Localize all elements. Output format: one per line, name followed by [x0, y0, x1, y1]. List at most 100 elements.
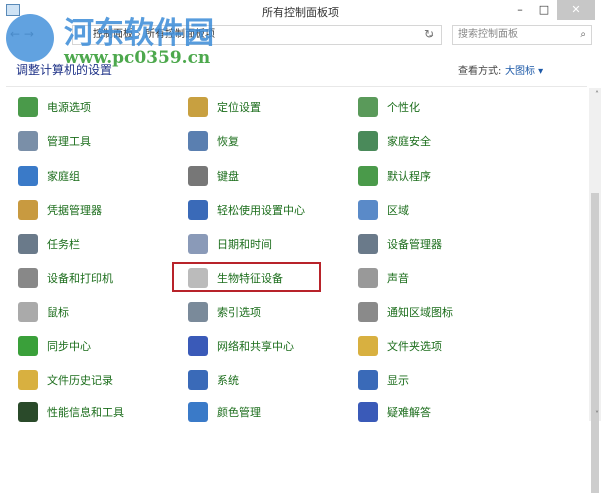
control-panel-item[interactable]: 轻松使用设置中心: [188, 198, 305, 222]
control-panel-item[interactable]: 性能信息和工具: [18, 400, 124, 424]
divider: [6, 86, 587, 87]
control-panel-item[interactable]: 通知区域图标: [358, 300, 453, 324]
item-label: 同步中心: [47, 340, 91, 353]
scrollbar[interactable]: ˄ ˅: [589, 88, 601, 493]
scroll-down-icon[interactable]: ˅: [595, 410, 599, 419]
control-panel-item[interactable]: 疑难解答: [358, 400, 431, 424]
search-icon[interactable]: ⌕: [580, 26, 586, 44]
control-panel-item[interactable]: 设备管理器: [358, 232, 442, 256]
control-panel-item[interactable]: 键盘: [188, 164, 239, 188]
item-icon: [358, 370, 378, 390]
control-panel-item[interactable]: 恢复: [188, 129, 239, 153]
item-label: 家庭组: [47, 170, 80, 183]
item-label: 索引选项: [217, 306, 261, 319]
item-label: 声音: [387, 272, 409, 285]
item-label: 电源选项: [47, 101, 91, 114]
item-label: 通知区域图标: [387, 306, 453, 319]
item-label: 日期和时间: [217, 238, 272, 251]
view-by-label: 查看方式:: [458, 66, 502, 77]
item-icon: [358, 268, 378, 288]
item-icon: [358, 200, 378, 220]
item-label: 颜色管理: [217, 406, 261, 419]
search-placeholder: 搜索控制面板: [458, 29, 518, 40]
item-label: 网络和共享中心: [217, 340, 294, 353]
item-label: 性能信息和工具: [47, 406, 124, 419]
control-panel-item[interactable]: 日期和时间: [188, 232, 272, 256]
search-input[interactable]: 搜索控制面板 ⌕: [452, 25, 592, 45]
item-label: 疑难解答: [387, 406, 431, 419]
control-panel-item[interactable]: 家庭组: [18, 164, 80, 188]
control-panel-item[interactable]: 索引选项: [188, 300, 261, 324]
highlight-box: [172, 262, 321, 292]
scroll-up-icon[interactable]: ˄: [595, 90, 599, 99]
item-label: 鼠标: [47, 306, 69, 319]
control-panel-item[interactable]: 系统: [188, 368, 239, 392]
watermark-name: 河东软件园: [64, 16, 214, 51]
item-icon: [18, 370, 38, 390]
item-icon: [188, 234, 208, 254]
control-panel-item[interactable]: 管理工具: [18, 129, 91, 153]
item-label: 显示: [387, 374, 409, 387]
control-panel-item[interactable]: 鼠标: [18, 300, 69, 324]
item-icon: [18, 402, 38, 422]
control-panel-item[interactable]: 文件历史记录: [18, 368, 113, 392]
item-label: 默认程序: [387, 170, 431, 183]
item-label: 家庭安全: [387, 135, 431, 148]
item-icon: [188, 370, 208, 390]
item-icon: [188, 302, 208, 322]
control-panel-item[interactable]: 定位设置: [188, 95, 261, 119]
item-icon: [18, 97, 38, 117]
control-panel-item[interactable]: 设备和打印机: [18, 266, 113, 290]
item-label: 系统: [217, 374, 239, 387]
item-icon: [188, 97, 208, 117]
item-icon: [188, 200, 208, 220]
view-by-dropdown[interactable]: 大图标 ▾: [505, 62, 543, 77]
item-label: 文件夹选项: [387, 340, 442, 353]
minimize-button[interactable]: –: [507, 0, 533, 20]
item-label: 任务栏: [47, 238, 80, 251]
item-label: 管理工具: [47, 135, 91, 148]
control-panel-item[interactable]: 凭据管理器: [18, 198, 102, 222]
item-icon: [188, 166, 208, 186]
control-panel-item[interactable]: 颜色管理: [188, 400, 261, 424]
item-icon: [18, 131, 38, 151]
item-label: 键盘: [217, 170, 239, 183]
item-icon: [188, 402, 208, 422]
watermark-logo-icon: [6, 14, 54, 62]
control-panel-item[interactable]: 文件夹选项: [358, 334, 442, 358]
item-icon: [188, 131, 208, 151]
control-panel-item[interactable]: 个性化: [358, 95, 420, 119]
item-label: 设备管理器: [387, 238, 442, 251]
refresh-icon[interactable]: ↻: [424, 27, 434, 41]
maximize-button[interactable]: □: [531, 0, 557, 20]
control-panel-item[interactable]: 同步中心: [18, 334, 91, 358]
item-label: 轻松使用设置中心: [217, 204, 305, 217]
item-icon: [18, 166, 38, 186]
item-icon: [188, 336, 208, 356]
item-label: 恢复: [217, 135, 239, 148]
item-icon: [358, 97, 378, 117]
item-icon: [358, 131, 378, 151]
control-panel-item[interactable]: 区域: [358, 198, 409, 222]
control-panel-item[interactable]: 显示: [358, 368, 409, 392]
item-icon: [358, 336, 378, 356]
item-label: 设备和打印机: [47, 272, 113, 285]
item-label: 文件历史记录: [47, 374, 113, 387]
item-label: 凭据管理器: [47, 204, 102, 217]
control-panel-item[interactable]: 家庭安全: [358, 129, 431, 153]
item-icon: [358, 234, 378, 254]
item-icon: [18, 302, 38, 322]
scrollbar-thumb[interactable]: [591, 193, 599, 493]
item-icon: [18, 200, 38, 220]
item-icon: [18, 268, 38, 288]
control-panel-item[interactable]: 任务栏: [18, 232, 80, 256]
close-button[interactable]: ✕: [557, 0, 595, 20]
item-icon: [18, 336, 38, 356]
control-panel-item[interactable]: 网络和共享中心: [188, 334, 294, 358]
control-panel-item[interactable]: 默认程序: [358, 164, 431, 188]
control-panel-item[interactable]: 声音: [358, 266, 409, 290]
item-label: 区域: [387, 204, 409, 217]
control-panel-item[interactable]: 电源选项: [18, 95, 91, 119]
item-label: 定位设置: [217, 101, 261, 114]
item-label: 个性化: [387, 101, 420, 114]
